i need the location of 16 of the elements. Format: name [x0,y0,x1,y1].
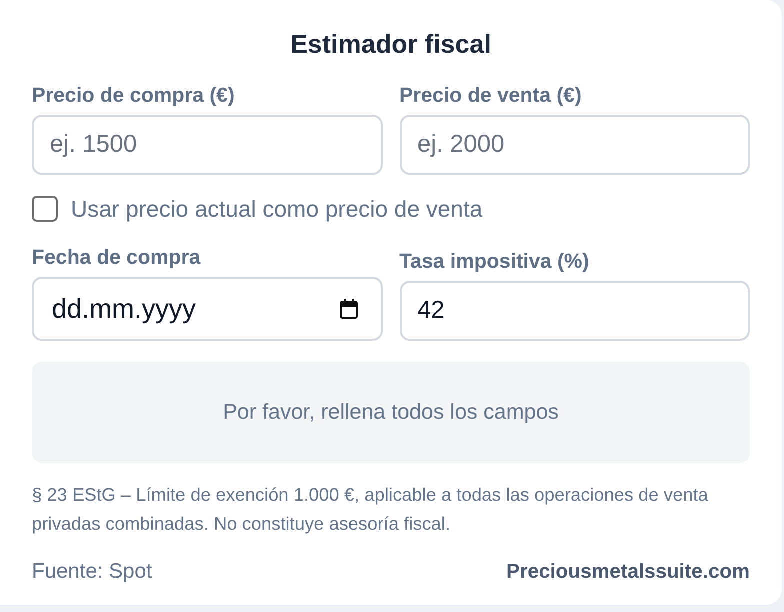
disclaimer-text: § 23 EStG – Límite de exención 1.000 €, aplicable a todas las operaciones de venta privadas combinadas. No constituye asesoría fiscal. [32,484,710,536]
field-label: Precio de venta (€) [400,83,582,109]
source-text: Fuente: Spot [32,559,152,585]
checkbox-label[interactable]: Usar precio actual como precio de venta [71,196,483,222]
status-message: Por favor, rellena todos los campos [223,400,559,425]
calendar-icon[interactable] [340,299,358,319]
date-field[interactable]: dd.mm.yyyy [32,277,382,341]
input-field[interactable]: ej. 1500 [32,115,382,175]
brand-name: Preciousmetalssuite.com [506,560,750,585]
field-label: Fecha de compra [32,245,201,271]
field-label: Precio de compra (€) [32,83,235,109]
checkbox[interactable] [32,196,58,222]
input-field[interactable]: ej. 2000 [400,115,750,175]
input-field[interactable]: 42 [400,281,750,341]
field-label: Tasa impositiva (%) [400,249,590,275]
form-title: Estimador fiscal [290,28,492,61]
